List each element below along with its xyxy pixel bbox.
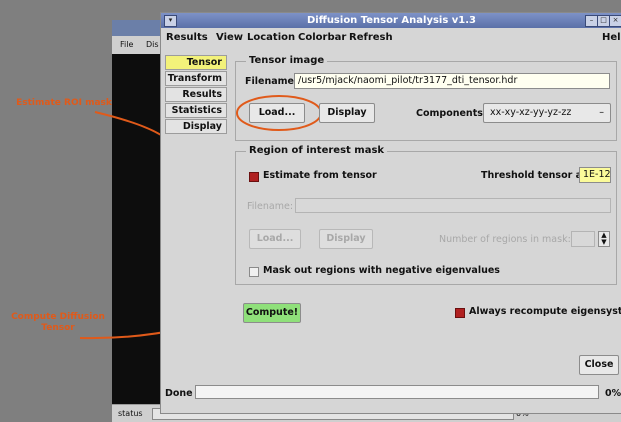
window-title: Diffusion Tensor Analysis v1.3 — [306, 15, 477, 26]
filename-label: Filename: — [245, 76, 298, 87]
compute-button[interactable]: Compute! — [243, 303, 301, 323]
dta-dialog: Diffusion Tensor Analysis v1.3 ▾ – □ × R… — [160, 12, 621, 414]
regions-input[interactable] — [571, 231, 595, 247]
always-recompute-label: Always recompute eigensystem — [469, 306, 621, 317]
tab-tensor[interactable]: Tensor — [165, 55, 227, 70]
regions-stepper[interactable]: ▲ ▼ — [598, 231, 610, 247]
highlight-ellipse — [236, 95, 322, 131]
progress-text: 0% — [605, 388, 621, 399]
components-label: Components: — [416, 108, 487, 119]
roi-mask-title: Region of interest mask — [246, 145, 388, 156]
threshold-label: Threshold tensor at: — [481, 170, 591, 181]
regions-label: Number of regions in mask: — [439, 234, 571, 245]
progress-bar — [195, 385, 599, 399]
menubar: Results View Location Colorbar Refresh H… — [161, 29, 621, 47]
menu-view[interactable]: View — [216, 32, 243, 43]
menu-colorbar[interactable]: Colorbar — [298, 32, 346, 43]
components-select[interactable]: xx-xy-xz-yy-yz-zz – — [483, 103, 611, 123]
tensor-image-title: Tensor image — [246, 55, 328, 66]
display-mask-button[interactable]: Display — [319, 229, 373, 249]
mask-filename-label: Filename: — [247, 201, 294, 212]
mask-negative-label: Mask out regions with negative eigenvalu… — [263, 265, 500, 276]
status-text: Done — [165, 388, 193, 399]
menu-results[interactable]: Results — [166, 32, 208, 43]
close-icon[interactable]: × — [609, 15, 621, 27]
estimate-label: Estimate from tensor — [263, 170, 377, 181]
tab-statistics[interactable]: Statistics — [165, 103, 227, 118]
filename-input[interactable]: /usr5/mjack/naomi_pilot/tr3177_dti_tenso… — [294, 73, 610, 89]
tab-results[interactable]: Results — [165, 87, 227, 102]
display-tensor-button[interactable]: Display — [319, 103, 375, 123]
tab-display[interactable]: Display — [165, 119, 227, 134]
always-recompute-checkbox[interactable] — [455, 308, 465, 318]
menu-refresh[interactable]: Refresh — [349, 32, 393, 43]
dropdown-icon: – — [599, 107, 604, 118]
mask-filename-input[interactable] — [295, 198, 611, 213]
window-menu-icon[interactable]: ▾ — [164, 15, 177, 27]
components-value: xx-xy-xz-yy-yz-zz — [490, 107, 572, 118]
mask-negative-checkbox[interactable] — [249, 267, 259, 277]
close-button[interactable]: Close — [579, 355, 619, 375]
window-titlebar[interactable]: Diffusion Tensor Analysis v1.3 — [161, 13, 621, 28]
load-mask-button[interactable]: Load... — [249, 229, 301, 249]
menu-help[interactable]: Help — [602, 32, 621, 43]
menu-location[interactable]: Location — [247, 32, 295, 43]
threshold-input[interactable]: 1E-12 — [579, 167, 611, 183]
estimate-checkbox[interactable] — [249, 172, 259, 182]
tab-transform[interactable]: Transform — [165, 71, 227, 86]
